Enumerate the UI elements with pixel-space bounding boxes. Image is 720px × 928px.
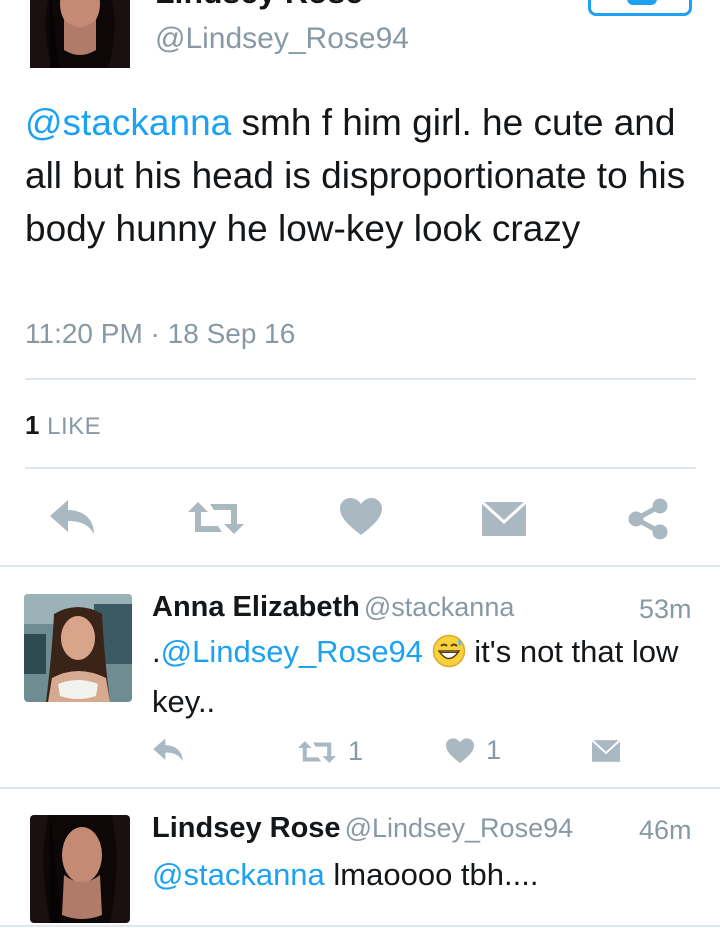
reply-author-handle: @Lindsey_Rose94 xyxy=(344,813,574,843)
follow-button[interactable] xyxy=(588,0,692,16)
divider xyxy=(25,378,696,380)
divider xyxy=(25,467,696,469)
mention-link[interactable]: @stackanna xyxy=(25,102,231,143)
like-stats[interactable]: 1 LIKE xyxy=(25,410,101,441)
reply-time: 46m xyxy=(639,815,692,845)
like-count: 1 xyxy=(25,410,40,440)
retweet-icon xyxy=(188,502,244,534)
reply-author-name: Anna Elizabeth xyxy=(152,591,360,623)
retweet-button[interactable] xyxy=(188,500,244,536)
tweet-timestamp: 11:20 PM · 18 Sep 16 xyxy=(25,318,296,349)
mention-link[interactable]: @Lindsey_Rose94 xyxy=(161,634,423,669)
reply-text: @stackanna lmaoooo tbh.... xyxy=(152,853,697,897)
reply-prefix: . xyxy=(152,634,161,669)
reply-icon xyxy=(50,500,94,534)
heart-icon xyxy=(340,498,382,535)
direct-message-button[interactable] xyxy=(482,502,526,536)
reply-author[interactable]: Lindsey Rose @Lindsey_Rose94 xyxy=(152,812,573,845)
mention-link[interactable]: @stackanna xyxy=(152,857,325,892)
retweet-button[interactable]: 1 xyxy=(298,736,363,767)
like-button[interactable]: 1 xyxy=(446,735,501,766)
like-count: 1 xyxy=(486,735,502,765)
like-label: LIKE xyxy=(47,413,102,440)
reply-button[interactable] xyxy=(152,737,184,764)
like-button[interactable] xyxy=(340,498,382,536)
author-handle[interactable]: @Lindsey_Rose94 xyxy=(155,22,409,56)
retweet-count: 1 xyxy=(348,736,364,766)
author-name[interactable]: Lindsey Rose xyxy=(155,0,363,11)
reply-icon xyxy=(153,738,183,762)
retweet-icon xyxy=(298,740,336,763)
divider xyxy=(0,565,720,567)
divider xyxy=(0,925,720,927)
reply-author[interactable]: Anna Elizabeth @stackanna xyxy=(152,591,514,624)
reply-author-handle: @stackanna xyxy=(363,592,515,622)
reply-body: lmaoooo tbh.... xyxy=(324,857,539,892)
author-avatar[interactable] xyxy=(30,0,130,68)
envelope-icon xyxy=(482,502,526,536)
direct-message-button[interactable] xyxy=(592,740,620,762)
reply-avatar[interactable] xyxy=(30,815,130,923)
divider xyxy=(0,787,720,789)
heart-icon xyxy=(446,737,474,763)
share-icon xyxy=(628,498,668,540)
envelope-icon xyxy=(592,740,620,762)
reply-button[interactable] xyxy=(48,498,96,538)
grinning-sweat-face-icon xyxy=(432,634,466,680)
reply-avatar[interactable] xyxy=(24,594,132,702)
reply-author-name: Lindsey Rose xyxy=(152,812,341,844)
share-button[interactable] xyxy=(628,498,668,540)
reply-time: 53m xyxy=(639,594,692,624)
person-icon xyxy=(627,0,657,5)
reply-text: .@Lindsey_Rose94 it's not that low key.. xyxy=(152,630,697,724)
tweet-text: @stackanna smh f him girl. he cute and a… xyxy=(25,96,705,255)
